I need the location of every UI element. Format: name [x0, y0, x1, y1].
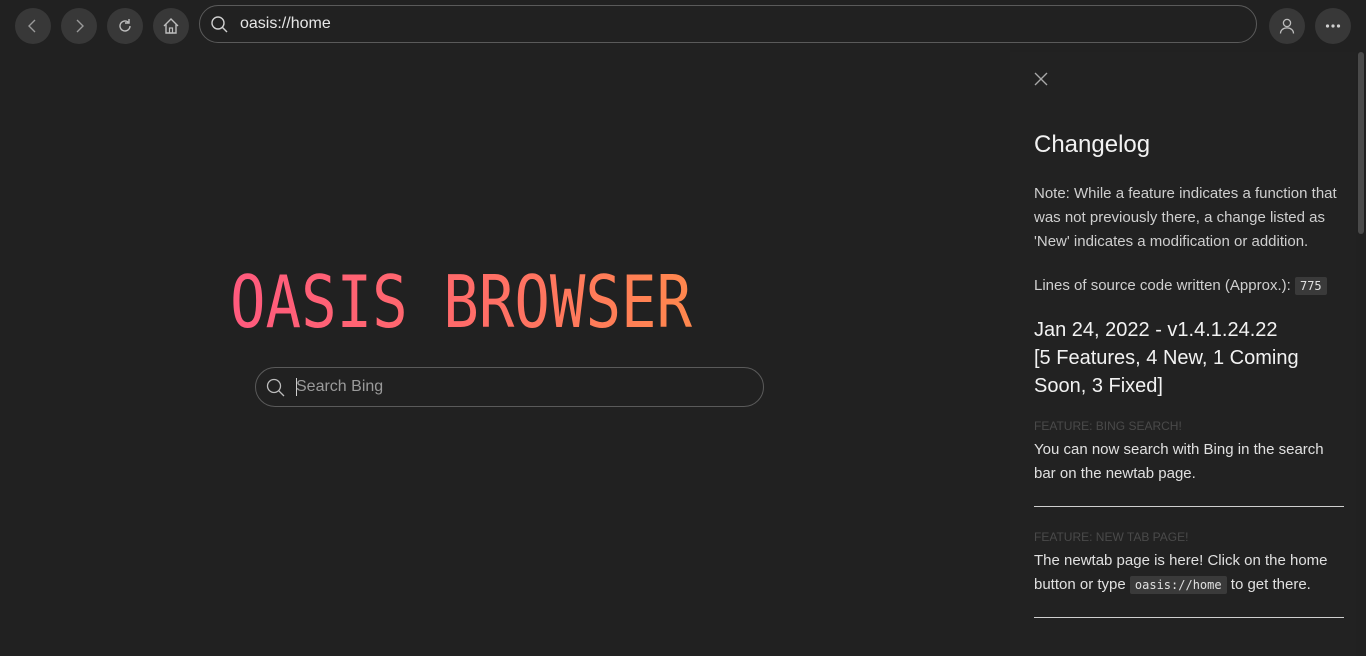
chevron-right-icon: [76, 19, 84, 33]
home-button[interactable]: [153, 8, 189, 44]
divider: [1034, 506, 1344, 507]
feature-tag: FEATURE: BING SEARCH!: [1034, 419, 1182, 433]
newtab-page: OASIS BROWSER: [0, 52, 1010, 656]
chevron-left-icon: [28, 19, 36, 33]
search-icon: [211, 16, 228, 33]
reload-icon: [119, 19, 131, 32]
close-icon[interactable]: [1032, 70, 1050, 88]
menu-button[interactable]: [1315, 8, 1351, 44]
search-input[interactable]: [296, 368, 746, 406]
version-date: Jan 24, 2022 - v1.4.1.24.22: [1034, 319, 1278, 341]
profile-button[interactable]: [1269, 8, 1305, 44]
source-lines-value: 775: [1294, 277, 1327, 295]
changelog-panel: Changelog Note: While a feature indicate…: [1010, 52, 1356, 656]
address-input[interactable]: [240, 6, 1240, 42]
browser-toolbar: [0, 0, 1366, 52]
inline-code: oasis://home: [1129, 576, 1227, 594]
changelog-content: Changelog Note: While a feature indicate…: [1034, 130, 1344, 640]
source-lines-label: Lines of source code written (Approx.):: [1034, 277, 1291, 294]
feature-tag: FEATURE: NEW TAB PAGE!: [1034, 530, 1189, 544]
feature-text: You can now search with Bing in the sear…: [1034, 441, 1324, 482]
reload-button[interactable]: [107, 8, 143, 44]
more-icon: [1325, 24, 1341, 28]
search-icon: [266, 378, 285, 397]
back-button[interactable]: [15, 8, 51, 44]
version-summary: [5 Features, 4 New, 1 Coming Soon, 3 Fix…: [1034, 347, 1299, 397]
changelog-title: Changelog: [1034, 131, 1151, 158]
feature-text-after: to get there.: [1230, 576, 1311, 593]
source-lines-info: Lines of source code written (Approx.): …: [1034, 274, 1344, 298]
panel-scrollbar-thumb[interactable]: [1358, 52, 1364, 234]
user-icon: [1279, 18, 1295, 34]
forward-button[interactable]: [61, 8, 97, 44]
feature-text: The newtab page is here! Click on the ho…: [1034, 549, 1344, 597]
version-heading: Jan 24, 2022 - v1.4.1.24.22 [5 Features,…: [1034, 316, 1344, 400]
bing-search-box[interactable]: [255, 367, 764, 407]
changelog-note: Note: While a feature indicates a functi…: [1034, 185, 1337, 250]
divider: [1034, 617, 1344, 618]
brand-title: OASIS BROWSER: [230, 262, 722, 342]
address-bar[interactable]: [199, 5, 1257, 43]
home-icon: [163, 18, 179, 34]
